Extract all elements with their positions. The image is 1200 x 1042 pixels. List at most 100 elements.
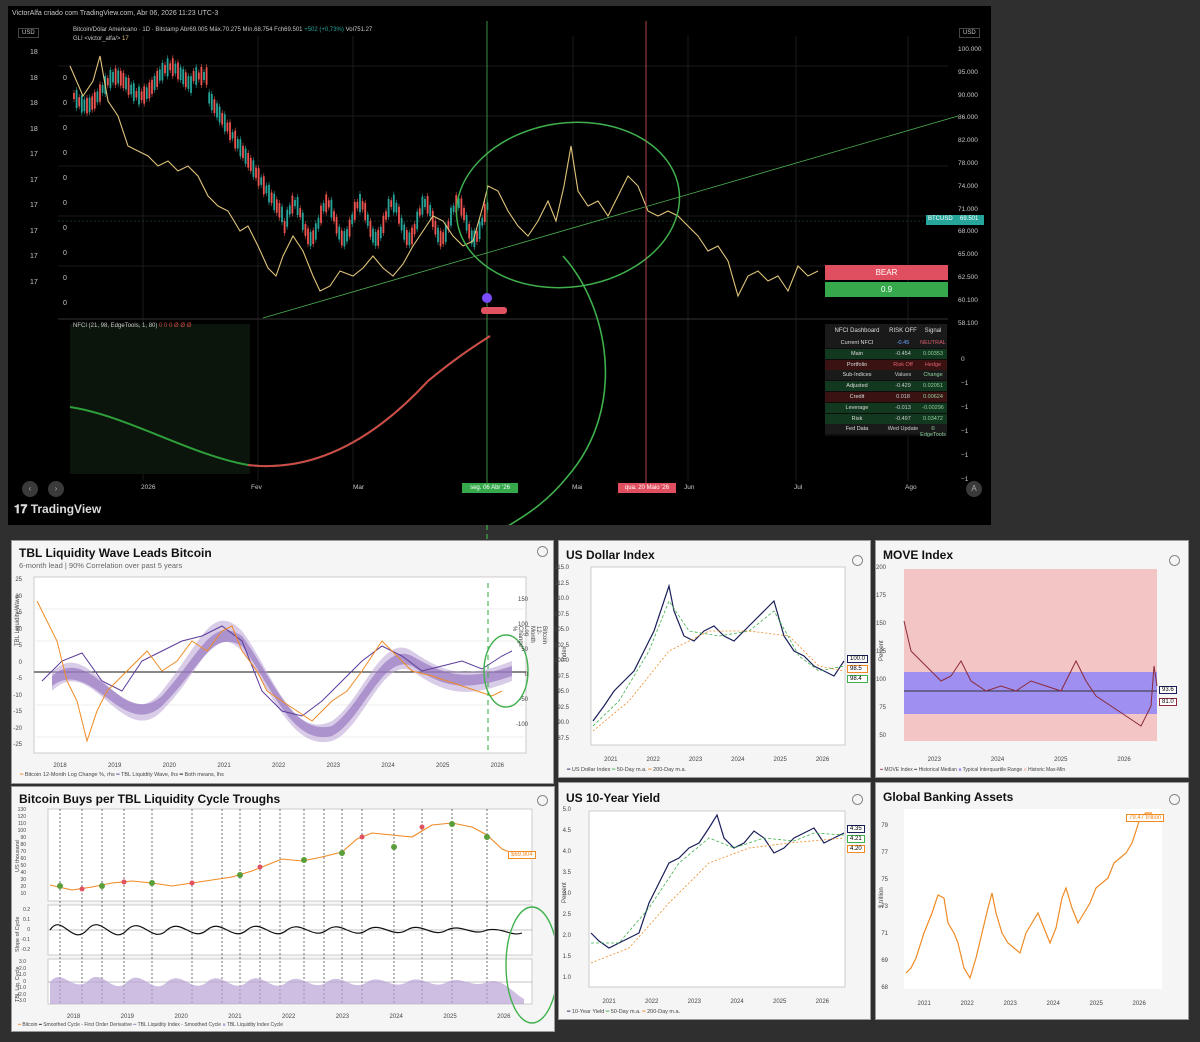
candle xyxy=(374,231,377,246)
nfci-curve-red xyxy=(247,335,491,468)
legend-item: 200-Day m.a. xyxy=(647,1009,681,1015)
candle xyxy=(312,230,315,245)
dashboard-row: Leverage -0.013 -0.00296 xyxy=(825,402,947,413)
price-tag: BTCUSD 69.501 xyxy=(926,215,984,225)
y-tick: -25 xyxy=(13,742,22,748)
scroll-left-icon[interactable]: ‹ xyxy=(22,481,38,497)
candle xyxy=(242,145,244,159)
price-axis: 100.000 95.000 90.000 86.000 82.000 78.0… xyxy=(958,39,982,335)
y-tick: 110 xyxy=(18,821,26,827)
zero-label: 0 xyxy=(63,250,67,257)
candle xyxy=(400,217,403,231)
year-tick: 2024 xyxy=(1046,1001,1060,1007)
left-axis-label: 17 xyxy=(30,278,38,286)
y-tick: 10 xyxy=(15,626,22,633)
dashboard-row: Main -0.454 0.00353 xyxy=(825,348,947,359)
tbl-years: 2018 2019 2020 2021 2022 2023 2024 2025 2026 xyxy=(34,763,526,771)
price-tag-value: 69.501 xyxy=(960,216,979,222)
price-tick: 58.100 xyxy=(958,319,978,327)
dashboard-row-value: Wed Update xyxy=(887,426,919,433)
year-tick: 2023 xyxy=(326,763,341,769)
legend-item: 200-Day m.a. xyxy=(653,767,687,773)
dashboard-row-name: Portfolio xyxy=(846,361,868,368)
candle xyxy=(164,64,166,74)
candle xyxy=(452,205,455,212)
dashboard-row-name: Risk xyxy=(851,415,863,422)
y-tick: 115.0 xyxy=(554,565,569,571)
candle xyxy=(236,138,239,149)
candle xyxy=(260,177,263,185)
candle xyxy=(366,214,369,226)
y-tick: 92.5 xyxy=(557,704,569,711)
candle xyxy=(281,206,283,223)
candle xyxy=(166,58,169,77)
candle xyxy=(304,224,307,236)
candle xyxy=(192,71,195,81)
candle xyxy=(416,211,419,230)
y-tick: 0.2 xyxy=(23,907,30,913)
candle xyxy=(229,122,231,141)
candle xyxy=(78,97,81,107)
candle xyxy=(450,207,452,226)
legend-item: TBL Liquidity Wave, lhs xyxy=(121,772,179,778)
candle xyxy=(93,92,96,109)
nfci-dashboard: NFCI Dashboard RISK OFF Signal Current N… xyxy=(825,324,947,438)
candle xyxy=(265,185,268,194)
y-tick: 90 xyxy=(20,835,26,841)
dashboard-row-name: Main xyxy=(851,350,863,357)
candle xyxy=(75,90,78,109)
auto-scale-icon[interactable]: A xyxy=(966,481,982,497)
nfci-shade xyxy=(70,324,250,474)
red-date-label: qua. 20 Maio '26 xyxy=(618,483,676,493)
tbl-ylabel: TBL Liquidity Wave xyxy=(15,594,21,646)
price-tick: 100.000 xyxy=(958,46,982,53)
dashboard-row: Sub-Indices Values Change xyxy=(825,370,947,381)
year-tick: 2022 xyxy=(960,1001,974,1007)
y-tick: 2.5 xyxy=(562,912,571,918)
candle xyxy=(268,184,270,203)
candle xyxy=(138,86,140,105)
year-tick: 2023 xyxy=(927,757,941,763)
dxy-ylabel: Index xyxy=(562,646,568,661)
scroll-right-icon[interactable]: › xyxy=(48,481,64,497)
price-tick: 60.100 xyxy=(958,296,978,304)
dashboard-header-status: RISK OFF xyxy=(889,328,917,334)
y-tick: -20 xyxy=(13,725,22,732)
candle xyxy=(465,215,468,231)
candle xyxy=(291,195,294,214)
candle xyxy=(156,70,159,87)
candle xyxy=(153,76,156,90)
y-tick: 175 xyxy=(875,593,886,599)
candle xyxy=(476,231,478,242)
year-tick: 2018 xyxy=(53,763,67,769)
dashboard-header: NFCI Dashboard RISK OFF Signal xyxy=(825,324,947,338)
y-tick: 4.5 xyxy=(562,828,571,834)
tnx-ylabel: Percent xyxy=(562,882,568,903)
candle xyxy=(135,91,138,98)
y-tick: 0.1 xyxy=(23,917,30,923)
year-tick: 2023 xyxy=(1003,1001,1017,1007)
zero-label: 0 xyxy=(63,200,67,207)
zero-label: 0 xyxy=(63,225,67,232)
candle xyxy=(356,201,359,209)
price-tag-symbol: BTCUSD xyxy=(928,216,953,222)
y-tick: 70 xyxy=(20,849,26,855)
tnx-tag: 4.20 xyxy=(847,845,865,853)
panel-global-banking-assets: Global Banking Assets 79.47 trillion 79 7… xyxy=(875,782,1189,1020)
year-tick: 2022 xyxy=(645,999,659,1005)
year-tick: 2022 xyxy=(646,757,660,763)
time-tick: Jul xyxy=(794,484,803,491)
candle xyxy=(278,202,281,218)
cycle-price-tag: $69,904 xyxy=(508,851,536,859)
candle xyxy=(335,216,338,234)
candle xyxy=(286,209,289,227)
dashboard-row-value: -0.429 xyxy=(895,383,911,390)
y-tick: 30 xyxy=(20,877,26,883)
candle xyxy=(169,63,172,71)
dashboard-row-name: Sub-Indices xyxy=(842,372,872,379)
dashboard-row-signal: Change xyxy=(923,372,943,379)
y-tick: 1.5 xyxy=(562,954,571,960)
dashboard-row-name: Fed Data xyxy=(845,426,869,433)
dashboard-row-signal: 0.00353 xyxy=(923,350,943,357)
tbl-chart-svg xyxy=(33,576,529,754)
